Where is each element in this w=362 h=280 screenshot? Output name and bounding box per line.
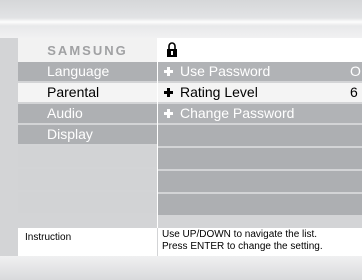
- menu-item-display[interactable]: Display: [18, 125, 157, 144]
- menu-empty-slot: [18, 169, 157, 190]
- bullet-icon: [164, 67, 173, 76]
- submenu-empty-slot: [158, 125, 362, 146]
- submenu-empty-slot: [158, 148, 362, 169]
- brand-logo-area: SAMSUNG: [18, 38, 157, 62]
- instruction-label: Instruction: [18, 228, 157, 256]
- submenu-item-label: Use Password: [180, 63, 271, 79]
- submenu-item-value: O: [350, 63, 361, 79]
- menu-item-audio[interactable]: Audio: [18, 104, 157, 123]
- instruction-line-2: Press ENTER to change the setting.: [162, 241, 323, 252]
- menu-empty-slot: [18, 146, 157, 167]
- menu-item-parental[interactable]: Parental: [18, 83, 157, 102]
- submenu: Use Password O Rating Level 6 Change Pas…: [158, 62, 362, 217]
- submenu-item-label: Rating Level: [180, 84, 258, 100]
- submenu-item-use-password[interactable]: Use Password O: [158, 62, 362, 81]
- menu-header: [158, 38, 362, 62]
- main-menu: Language Parental Audio Display: [18, 62, 157, 215]
- bullet-icon: [164, 88, 173, 97]
- menu-item-language[interactable]: Language: [18, 62, 157, 81]
- brand-logo: SAMSUNG: [47, 42, 128, 58]
- submenu-empty-slot: [158, 194, 362, 215]
- submenu-item-change-password[interactable]: Change Password: [158, 104, 362, 123]
- submenu-item-value: 6: [350, 84, 358, 100]
- bullet-icon: [164, 109, 173, 118]
- top-bar: [0, 0, 362, 38]
- instruction-line-1: Use UP/DOWN to navigate the list.: [162, 229, 318, 240]
- submenu-empty-slot: [158, 171, 362, 192]
- submenu-item-label: Change Password: [180, 105, 295, 121]
- submenu-item-rating-level[interactable]: Rating Level 6: [158, 83, 362, 102]
- instruction-text: Use UP/DOWN to navigate the list. Press …: [158, 228, 362, 256]
- menu-empty-slot: [18, 192, 157, 213]
- bottom-bar: [0, 256, 362, 280]
- lock-icon: [166, 42, 178, 63]
